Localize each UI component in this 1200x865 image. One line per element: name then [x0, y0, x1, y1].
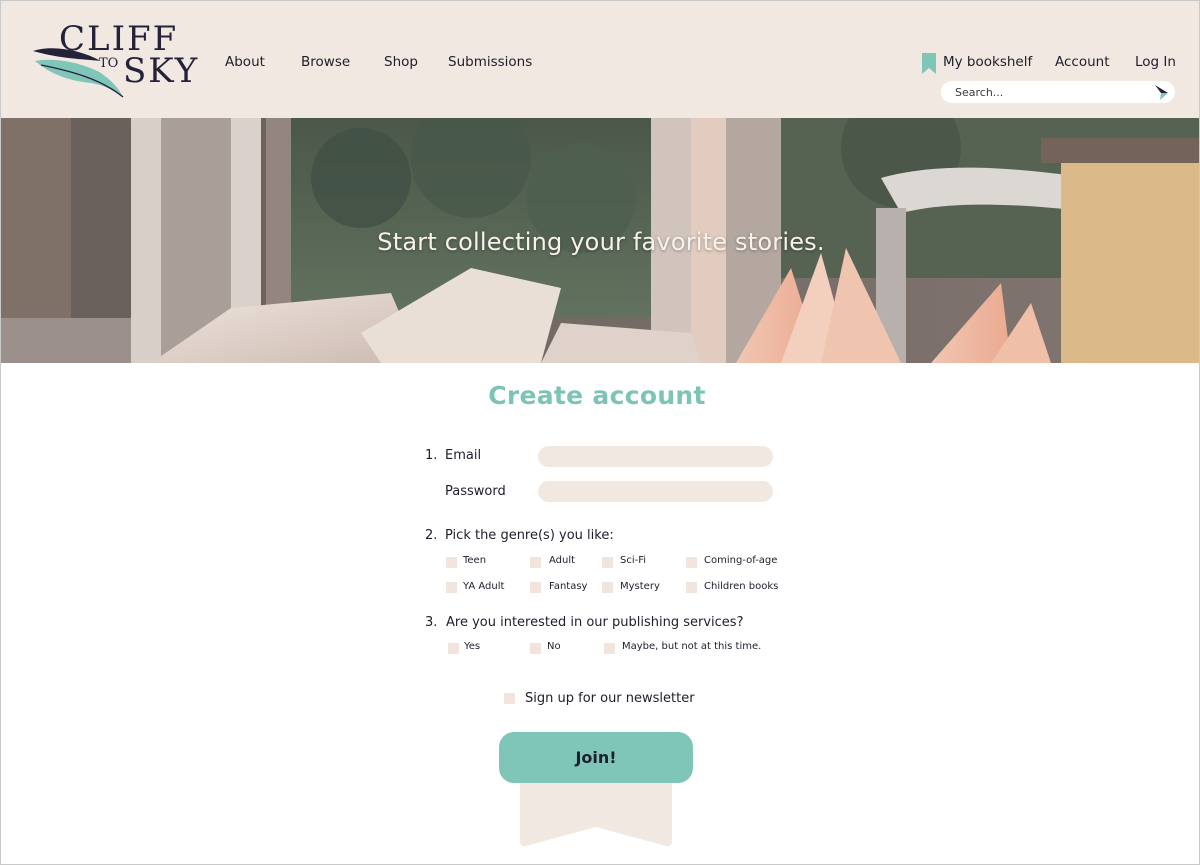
nav-login[interactable]: Log In — [1135, 53, 1176, 71]
genre-question: Pick the genre(s) you like: — [445, 528, 614, 543]
page-frame: CLIFF TO SKY About Browse Shop Submissio… — [0, 0, 1200, 865]
hero-banner: Start collecting your favorite stories. — [1, 118, 1199, 363]
publishing-label-maybe: Maybe, but not at this time. — [622, 641, 762, 652]
email-field[interactable] — [538, 446, 773, 467]
page-title: Create account — [488, 381, 706, 410]
genre-label-coming-of-age: Coming-of-age — [704, 555, 778, 566]
nav-submissions[interactable]: Submissions — [448, 53, 532, 71]
step-2-number: 2. — [425, 528, 438, 543]
genre-checkbox-sci-fi[interactable] — [602, 557, 613, 568]
bookmark-icon[interactable] — [922, 53, 936, 74]
site-header: CLIFF TO SKY About Browse Shop Submissio… — [1, 1, 1199, 118]
genre-label-fantasy: Fantasy — [549, 581, 588, 592]
password-label: Password — [445, 484, 506, 499]
email-label: Email — [445, 448, 482, 463]
logo-text-to: TO — [99, 56, 119, 71]
genre-checkbox-mystery[interactable] — [602, 582, 613, 593]
nav-about[interactable]: About — [225, 53, 265, 71]
genre-checkbox-fantasy[interactable] — [530, 582, 541, 593]
genre-checkbox-children-books[interactable] — [686, 582, 697, 593]
publishing-question: Are you interested in our publishing ser… — [446, 615, 744, 630]
logo-text-sky: SKY — [123, 51, 200, 91]
nav-account[interactable]: Account — [1055, 53, 1110, 71]
genre-label-ya-adult: YA Adult — [463, 581, 505, 592]
genre-label-adult: Adult — [549, 555, 576, 566]
join-button[interactable]: Join! — [499, 732, 693, 783]
nav-shop[interactable]: Shop — [384, 53, 418, 71]
password-field[interactable] — [538, 481, 773, 502]
step-3-number: 3. — [425, 615, 438, 630]
genre-label-teen: Teen — [463, 555, 487, 566]
hero-tagline: Start collecting your favorite stories. — [377, 228, 825, 256]
nav-browse[interactable]: Browse — [301, 53, 350, 71]
publishing-checkbox-yes[interactable] — [448, 643, 459, 654]
genre-label-children-books: Children books — [704, 581, 779, 592]
newsletter-checkbox[interactable] — [504, 693, 515, 704]
ribbon-decoration — [520, 783, 672, 847]
site-logo[interactable]: CLIFF TO SKY — [31, 19, 201, 103]
genre-checkbox-ya-adult[interactable] — [446, 582, 457, 593]
newsletter-label: Sign up for our newsletter — [525, 691, 695, 706]
publishing-label-no: No — [547, 641, 561, 652]
genre-label-mystery: Mystery — [620, 581, 660, 592]
genre-checkbox-coming-of-age[interactable] — [686, 557, 697, 568]
genre-label-sci-fi: Sci-Fi — [620, 555, 647, 566]
nav-my-bookshelf[interactable]: My bookshelf — [943, 53, 1032, 71]
arrow-icon[interactable] — [1154, 84, 1170, 100]
genre-checkbox-adult[interactable] — [530, 557, 541, 568]
search-input[interactable] — [955, 83, 1145, 101]
publishing-checkbox-maybe[interactable] — [604, 643, 615, 654]
publishing-checkbox-no[interactable] — [530, 643, 541, 654]
search-bar — [941, 81, 1175, 103]
publishing-label-yes: Yes — [464, 641, 481, 652]
genre-checkbox-teen[interactable] — [446, 557, 457, 568]
step-1-number: 1. — [425, 448, 438, 463]
